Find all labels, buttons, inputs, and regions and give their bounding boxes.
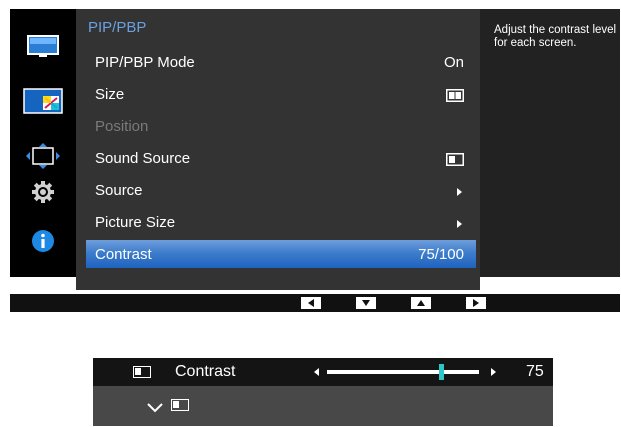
down-arrow-icon[interactable] <box>356 297 376 309</box>
menu-item-position: Position <box>86 114 476 140</box>
info-icon[interactable] <box>10 225 76 257</box>
pip-pbp-menu: PIP/PBP PIP/PBP Mode On Size Position So… <box>76 9 480 290</box>
left-screen-icon <box>133 366 151 378</box>
menu-title: PIP/PBP <box>88 19 147 36</box>
menu-item-label: Position <box>95 118 149 135</box>
menu-item-label: Contrast <box>95 246 152 263</box>
arrow-right-icon <box>457 188 462 196</box>
help-text: Adjust the contrast level for each scree… <box>494 24 617 49</box>
menu-item-size[interactable]: Size <box>86 82 476 108</box>
contrast-value: 75 <box>526 363 544 380</box>
menu-item-sound-source[interactable]: Sound Source <box>86 146 476 172</box>
slider-thumb[interactable] <box>438 364 444 380</box>
menu-item-pip-pbp-mode[interactable]: PIP/PBP Mode On <box>86 50 476 76</box>
pip-pbp-icon[interactable] <box>10 85 76 117</box>
right-arrow-icon[interactable] <box>466 297 486 309</box>
menu-item-source[interactable]: Source <box>86 178 476 204</box>
screen-select-strip <box>93 386 553 426</box>
side-by-side-icon <box>446 89 464 106</box>
osd-sidebar <box>10 9 76 277</box>
decrease-arrow-icon[interactable] <box>314 368 319 376</box>
settings-gear-icon[interactable] <box>10 176 76 208</box>
menu-item-label: Size <box>95 86 125 103</box>
left-screen-icon <box>446 153 464 170</box>
screen-adjust-icon[interactable] <box>10 140 76 172</box>
menu-item-value: On <box>443 54 464 71</box>
menu-item-contrast[interactable]: Contrast 75/100 <box>86 240 476 268</box>
menu-item-label: Sound Source <box>95 150 191 167</box>
menu-item-value: 75/100 <box>418 246 464 263</box>
contrast-strip: Contrast 75 <box>93 358 553 386</box>
arrow-right-icon <box>457 220 462 228</box>
left-screen-icon <box>171 399 189 411</box>
menu-item-label: PIP/PBP Mode <box>95 54 195 71</box>
menu-item-picture-size[interactable]: Picture Size <box>86 210 476 236</box>
left-arrow-icon[interactable] <box>301 297 321 309</box>
up-arrow-icon[interactable] <box>411 297 431 309</box>
contrast-label: Contrast <box>175 363 236 380</box>
menu-item-label: Source <box>95 182 143 199</box>
nav-bar <box>10 294 620 312</box>
increase-arrow-icon[interactable] <box>491 368 496 376</box>
picture-icon[interactable] <box>10 30 76 62</box>
chevron-down-icon[interactable] <box>147 400 163 418</box>
contrast-slider[interactable] <box>327 364 479 380</box>
menu-item-label: Picture Size <box>95 214 176 231</box>
